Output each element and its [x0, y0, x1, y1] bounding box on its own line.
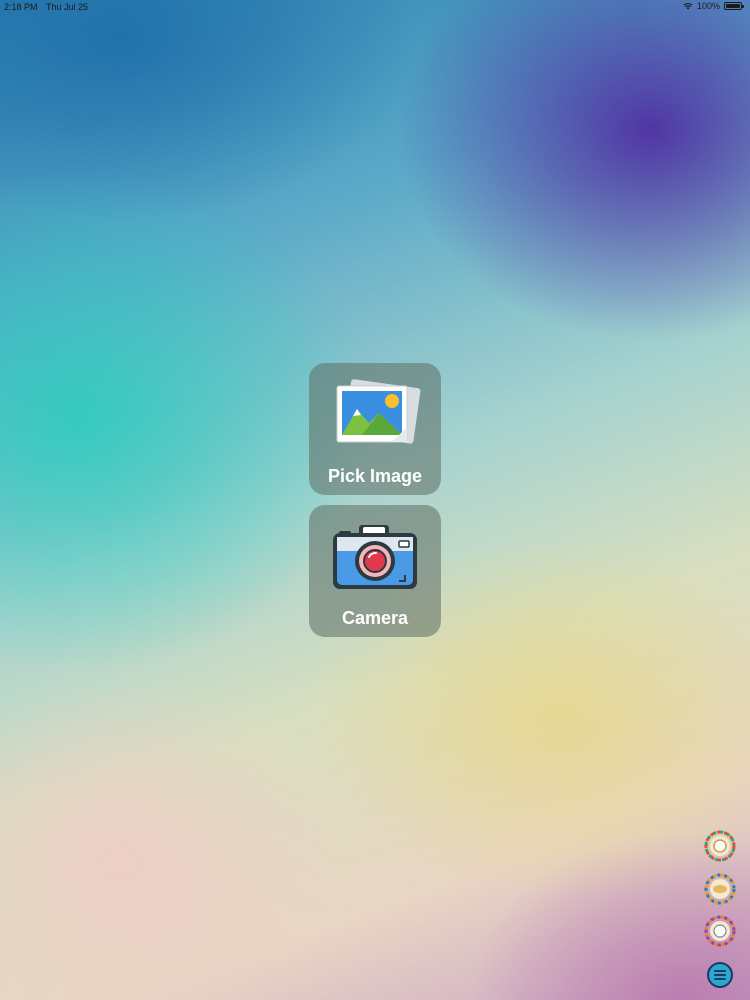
status-bar: 2:18 PM Thu Jul 25 100% — [0, 0, 750, 14]
status-date: Thu Jul 25 — [46, 2, 89, 12]
mandala-badge-icon[interactable] — [703, 914, 737, 948]
menu-button[interactable] — [707, 962, 733, 988]
mandala-badge-icon[interactable] — [703, 872, 737, 906]
status-indicators: 100% — [683, 1, 744, 11]
camera-label: Camera — [341, 608, 409, 628]
pick-image-button[interactable]: Pick Image — [309, 363, 441, 495]
app-screen: 2:18 PM Thu Jul 25 100% Pick Image Camer… — [0, 0, 750, 1000]
camera-button[interactable]: Camera — [309, 505, 441, 637]
pick-image-label: Pick Image — [327, 466, 423, 486]
battery-percent: 100% — [696, 1, 720, 11]
wifi-icon — [683, 3, 693, 10]
camera-icon — [333, 525, 417, 589]
menu-icon — [714, 970, 726, 980]
battery-icon — [724, 2, 744, 10]
status-time: 2:18 PM — [4, 2, 38, 12]
photo-gallery-icon — [336, 379, 421, 444]
mandala-badge-icon[interactable] — [703, 829, 737, 863]
